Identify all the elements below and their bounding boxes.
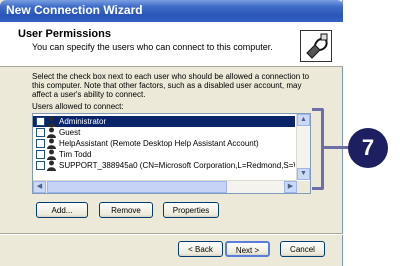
- user-icon: [47, 127, 56, 138]
- list-item[interactable]: Administrator: [33, 116, 295, 127]
- horizontal-scrollbar[interactable]: ◀ ▶: [33, 180, 297, 193]
- wizard-window: New Connection Wizard User Permissions Y…: [0, 0, 343, 266]
- scroll-left-icon[interactable]: ◀: [33, 181, 46, 193]
- user-name: Guest: [59, 128, 81, 137]
- header-subtitle: You can specify the users who can connec…: [32, 42, 273, 52]
- user-checkbox[interactable]: [36, 117, 45, 126]
- user-icon: [47, 160, 56, 171]
- next-button[interactable]: Next >: [225, 241, 270, 257]
- cancel-button[interactable]: Cancel: [280, 241, 325, 257]
- remove-button[interactable]: Remove: [99, 202, 153, 218]
- back-button[interactable]: < Back: [178, 241, 223, 257]
- connection-wizard-icon: [300, 30, 332, 62]
- list-item[interactable]: SUPPORT_388945a0 (CN=Microsoft Corporati…: [33, 160, 295, 171]
- properties-button[interactable]: Properties: [163, 202, 219, 218]
- user-checkbox[interactable]: [36, 128, 45, 137]
- list-item[interactable]: Guest: [33, 127, 295, 138]
- user-checkbox[interactable]: [36, 139, 45, 148]
- user-name: Tim Todd: [59, 150, 92, 159]
- user-checkbox[interactable]: [36, 161, 45, 170]
- title-bar: New Connection Wizard: [0, 0, 343, 22]
- scroll-thumb[interactable]: [47, 181, 227, 193]
- scroll-up-icon[interactable]: ▲: [297, 114, 310, 126]
- window-title: New Connection Wizard: [6, 3, 143, 17]
- user-name: Administrator: [59, 117, 107, 126]
- header-title: User Permissions: [18, 28, 111, 40]
- instructions-text: Select the check box next to each user w…: [32, 72, 310, 99]
- user-icon: [47, 138, 56, 149]
- users-list-label: Users allowed to connect:: [32, 102, 124, 111]
- user-name: SUPPORT_388945a0 (CN=Microsoft Corporati…: [59, 161, 295, 170]
- footer-separator: [0, 233, 343, 235]
- callout-connector: [324, 146, 350, 149]
- add-button[interactable]: Add...: [36, 202, 88, 218]
- scroll-down-icon[interactable]: ▼: [297, 168, 310, 180]
- users-list[interactable]: Administrator Guest HelpAssistant (Remot…: [32, 113, 311, 194]
- user-name: HelpAssistant (Remote Desktop Help Assis…: [59, 139, 259, 148]
- list-item[interactable]: HelpAssistant (Remote Desktop Help Assis…: [33, 138, 295, 149]
- user-icon: [47, 149, 56, 160]
- step-number-callout: 7: [348, 128, 388, 168]
- callout-bracket: [312, 108, 324, 190]
- user-icon: [47, 116, 56, 127]
- scroll-right-icon[interactable]: ▶: [284, 181, 297, 193]
- list-item[interactable]: Tim Todd: [33, 149, 295, 160]
- user-checkbox[interactable]: [36, 150, 45, 159]
- vertical-scrollbar[interactable]: ▲ ▼: [296, 114, 310, 180]
- wizard-header: User Permissions You can specify the use…: [0, 22, 343, 67]
- scroll-corner: [297, 181, 310, 193]
